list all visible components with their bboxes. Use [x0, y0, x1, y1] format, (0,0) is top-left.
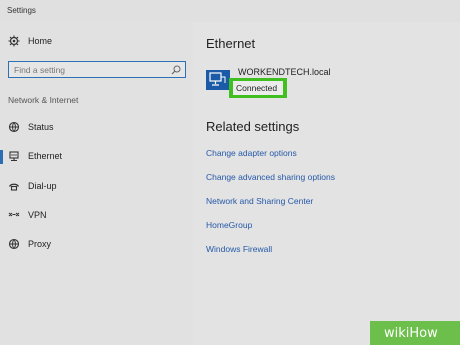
active-indicator [0, 150, 3, 164]
gear-icon [8, 35, 20, 47]
link-network-sharing-center[interactable]: Network and Sharing Center [206, 196, 313, 206]
dialup-icon [8, 183, 20, 191]
sidebar-item-label: Dial-up [28, 181, 57, 191]
sidebar-item-vpn[interactable]: VPN [0, 205, 193, 227]
network-adapter-icon [206, 70, 230, 90]
sidebar-item-label: Ethernet [28, 151, 63, 161]
window-title: Settings [7, 6, 36, 15]
watermark-text: wikiHow [384, 326, 438, 341]
sidebar-item-status[interactable]: Status [0, 117, 193, 139]
wikihow-watermark: wikiHow [370, 321, 460, 345]
search-input[interactable]: Find a setting [8, 61, 186, 78]
ethernet-icon [9, 151, 19, 162]
sidebar-item-label: Proxy [28, 239, 52, 249]
sidebar: Home Find a setting Network & Internet S… [0, 22, 193, 345]
sidebar-item-label: VPN [28, 210, 47, 220]
main-content: Ethernet WORKENDTECH.local Connected Rel… [193, 22, 460, 345]
search-placeholder: Find a setting [14, 65, 66, 75]
vpn-icon [8, 212, 20, 217]
link-windows-firewall[interactable]: Windows Firewall [206, 244, 272, 254]
proxy-globe-icon [8, 238, 20, 250]
sidebar-item-proxy[interactable]: Proxy [0, 234, 193, 256]
page-title: Ethernet [206, 36, 256, 51]
sidebar-item-dialup[interactable]: Dial-up [0, 176, 193, 198]
title-bar: Settings [0, 0, 460, 22]
status-badge: Connected [233, 81, 283, 95]
network-name[interactable]: WORKENDTECH.local [238, 67, 331, 77]
related-settings-heading: Related settings [206, 119, 300, 134]
link-change-adapter-options[interactable]: Change adapter options [206, 148, 297, 158]
link-homegroup[interactable]: HomeGroup [206, 220, 252, 230]
connection-status: Connected [236, 83, 278, 93]
connected-highlight: Connected [229, 78, 287, 98]
sidebar-item-label: Status [28, 122, 54, 132]
sidebar-item-label: Home [28, 36, 53, 46]
link-change-advanced-sharing[interactable]: Change advanced sharing options [206, 172, 335, 182]
search-icon [171, 65, 181, 75]
settings-window: Settings Home Find a setting Network & I… [0, 0, 460, 345]
globe-icon [8, 121, 20, 133]
section-label: Network & Internet [8, 95, 79, 105]
sidebar-item-home[interactable]: Home [0, 31, 193, 53]
sidebar-item-ethernet[interactable]: Ethernet [0, 146, 193, 168]
